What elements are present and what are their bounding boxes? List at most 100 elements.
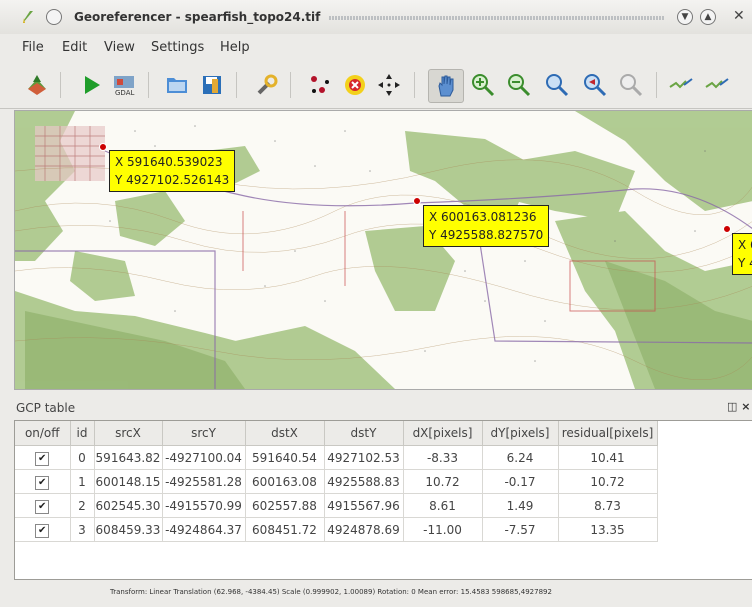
window-menu-button[interactable] — [46, 9, 62, 25]
column-header-dstx[interactable]: dstX — [245, 421, 325, 446]
dsty-cell[interactable]: 4915567.96 — [324, 493, 404, 518]
zoom-to-layer-button[interactable] — [540, 69, 574, 101]
map-canvas[interactable]: X 591640.539023 Y 4927102.526143 X 60016… — [14, 110, 752, 390]
dsty-cell[interactable]: 4925588.83 — [324, 469, 404, 494]
save-gcp-points-button[interactable] — [195, 69, 229, 101]
start-georeferencing-icon — [85, 76, 100, 94]
menu-bar: File Edit View Settings Help — [0, 34, 752, 64]
link-georeferencer-to-qgis-icon — [669, 78, 693, 89]
table-row[interactable]: ✔ 0 591643.82 -4927100.04 591640.54 4927… — [15, 445, 658, 470]
transformation-settings-icon — [257, 74, 278, 95]
open-raster-icon — [28, 75, 46, 95]
menu-view[interactable]: View — [104, 40, 135, 55]
id-cell: 1 — [70, 469, 95, 494]
srcx-cell[interactable]: 600148.15 — [94, 469, 163, 494]
column-header-residual[interactable]: residual[pixels] — [558, 421, 658, 446]
dstx-cell[interactable]: 591640.54 — [245, 445, 325, 470]
table-row[interactable]: ✔ 1 600148.15 -4925581.28 600163.08 4925… — [15, 469, 658, 494]
srcx-cell[interactable]: 608459.33 — [94, 517, 163, 542]
titlebar-grip — [329, 16, 664, 20]
gcp-table-panel: on/off id srcX srcY dstX dstY dX[pixels]… — [14, 420, 752, 580]
svg-text:GDAL: GDAL — [115, 89, 134, 97]
minimize-button[interactable]: ▼ — [677, 9, 693, 25]
zoom-out-button[interactable] — [502, 69, 536, 101]
dstx-cell[interactable]: 600163.08 — [245, 469, 325, 494]
srcx-cell[interactable]: 602545.30 — [94, 493, 163, 518]
column-header-dy[interactable]: dY[pixels] — [482, 421, 559, 446]
menu-settings[interactable]: Settings — [151, 40, 204, 55]
add-point-button[interactable] — [302, 69, 336, 101]
load-gcp-points-button[interactable] — [160, 69, 194, 101]
gcp-label-x: X 6 — [738, 238, 752, 252]
checkbox[interactable]: ✔ — [35, 475, 50, 490]
link-qgis-to-georeferencer-icon — [705, 78, 729, 89]
dstx-cell[interactable]: 608451.72 — [245, 517, 325, 542]
checkbox[interactable]: ✔ — [35, 499, 50, 514]
maximize-button[interactable]: ▲ — [700, 9, 716, 25]
link-qgis-to-georeferencer-button[interactable] — [700, 69, 734, 101]
delete-point-icon — [345, 75, 365, 95]
zoom-in-button[interactable] — [466, 69, 500, 101]
gcp-marker[interactable] — [99, 143, 107, 151]
title-bar: Georeferencer - spearfish_topo24.tif ▼ ▲… — [0, 0, 752, 34]
column-header-dsty[interactable]: dstY — [324, 421, 404, 446]
window-close-button[interactable]: ✕ — [733, 8, 745, 24]
move-gcp-point-button[interactable] — [372, 69, 406, 101]
gcp-label: X 600163.081236 Y 4925588.827570 — [423, 205, 550, 247]
column-header-srcy[interactable]: srcY — [162, 421, 246, 446]
gcp-table-header: GCP table ◫ × — [0, 390, 752, 420]
table-row[interactable]: ✔ 3 608459.33 -4924864.37 608451.72 4924… — [15, 517, 658, 542]
pan-button[interactable] — [428, 69, 464, 103]
srcy-cell[interactable]: -4924864.37 — [162, 517, 246, 542]
toolbar-separator — [656, 72, 657, 98]
dsty-cell[interactable]: 4927102.53 — [324, 445, 404, 470]
generate-gdal-script-button[interactable]: GDAL — [108, 69, 142, 101]
table-row[interactable]: ✔ 2 602545.30 -4915570.99 602557.88 4915… — [15, 493, 658, 518]
checkbox[interactable]: ✔ — [35, 523, 50, 538]
on-off-cell[interactable]: ✔ — [15, 445, 71, 470]
menu-help[interactable]: Help — [220, 40, 250, 55]
gcp-label: X 591640.539023 Y 4927102.526143 — [109, 150, 236, 192]
column-header-id[interactable]: id — [70, 421, 95, 446]
zoom-last-button[interactable] — [578, 69, 612, 101]
status-bar: Transform: Linear Translation (62.968, -… — [0, 580, 752, 607]
checkbox[interactable]: ✔ — [35, 451, 50, 466]
dy-cell: 1.49 — [482, 493, 559, 518]
dsty-cell[interactable]: 4924878.69 — [324, 517, 404, 542]
move-gcp-point-icon — [378, 74, 400, 96]
toolbar-separator — [236, 72, 237, 98]
qgis-icon — [23, 11, 33, 23]
toolbar-separator — [414, 72, 415, 98]
srcy-cell[interactable]: -4927100.04 — [162, 445, 246, 470]
on-off-cell[interactable]: ✔ — [15, 469, 71, 494]
gcp-marker[interactable] — [723, 225, 731, 233]
menu-file[interactable]: File — [22, 40, 44, 55]
srcy-cell[interactable]: -4915570.99 — [162, 493, 246, 518]
save-gcp-points-icon — [203, 76, 221, 94]
gcp-table: on/off id srcX srcY dstX dstY dX[pixels]… — [15, 421, 658, 542]
srcx-cell[interactable]: 591643.82 — [94, 445, 163, 470]
close-dock-button[interactable]: × — [741, 400, 750, 413]
dx-cell: 10.72 — [403, 469, 483, 494]
srcy-cell[interactable]: -4925581.28 — [162, 469, 246, 494]
on-off-cell[interactable]: ✔ — [15, 493, 71, 518]
column-header-dx[interactable]: dX[pixels] — [403, 421, 483, 446]
delete-point-button[interactable] — [338, 69, 372, 101]
column-header-on-off[interactable]: on/off — [15, 421, 71, 446]
column-header-srcx[interactable]: srcX — [94, 421, 163, 446]
load-gcp-points-icon — [167, 78, 187, 93]
link-georeferencer-to-qgis-button[interactable] — [664, 69, 698, 101]
on-off-cell[interactable]: ✔ — [15, 517, 71, 542]
dock-float-close-controls[interactable]: ◫ × — [727, 400, 750, 413]
open-raster-button[interactable] — [20, 69, 54, 101]
dstx-cell[interactable]: 602557.88 — [245, 493, 325, 518]
zoom-next-button[interactable] — [614, 69, 648, 101]
transformation-settings-button[interactable] — [250, 69, 284, 101]
dy-cell: 6.24 — [482, 445, 559, 470]
gcp-marker[interactable] — [413, 197, 421, 205]
gcp-label-y: Y 4927102.526143 — [115, 173, 230, 187]
residual-cell: 8.73 — [558, 493, 658, 518]
menu-edit[interactable]: Edit — [62, 40, 87, 55]
start-georeferencing-button[interactable] — [75, 69, 109, 101]
gcp-label-y: Y 4925588.827570 — [429, 228, 544, 242]
